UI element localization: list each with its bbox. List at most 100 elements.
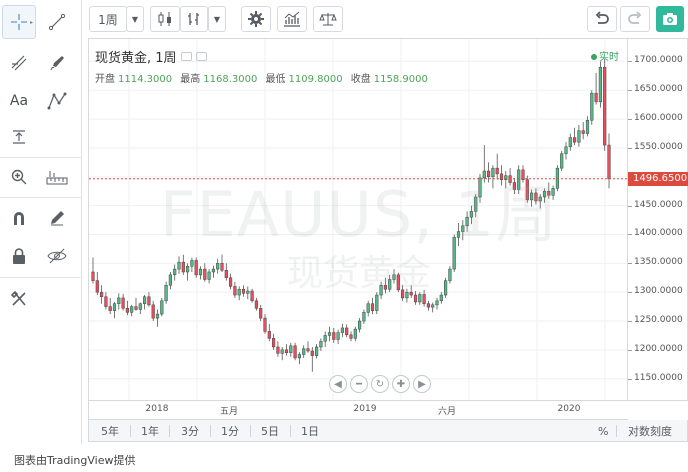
price-tick-mark [628,205,632,207]
close-value: 1158.9000 [373,74,428,85]
candle-up [405,291,409,299]
trend-line-tool[interactable] [40,5,74,39]
arrow-right-icon: ▶ [418,378,426,390]
interval-dropdown[interactable]: ▼ [126,6,144,32]
candle-up [538,196,542,202]
range-divider [290,425,291,437]
chart-type-button[interactable] [150,6,180,32]
candle-up [358,320,362,330]
brush-tool[interactable] [40,46,74,80]
range-1d-button[interactable]: 1日 [301,423,319,439]
low-label: 最低 [265,74,286,85]
pattern-tool[interactable] [40,84,74,118]
scroll-right-button[interactable]: ▶ [413,375,431,393]
price-tick-label: 1350.0000 [634,257,683,268]
candle-down [203,268,207,280]
crosshair-menu-arrow[interactable]: ▸ [30,19,33,26]
toolbar-divider [0,197,82,198]
scale-button[interactable] [313,6,343,32]
interval-button[interactable]: 1周 [89,6,127,32]
price-tick-mark [628,349,632,351]
indicators-dropdown[interactable]: ▼ [208,6,226,32]
chart-pane[interactable]: FEAUUS, 1周 现货黄金 现货黄金, 1周 开盘 1114.3000 最高 1… [88,38,628,401]
candle-down [594,92,598,103]
candle-down [181,261,185,273]
percent-scale-button[interactable]: % [598,423,608,439]
ruler-tool[interactable] [40,160,74,194]
log-scale-button[interactable]: 对数刻度 [628,423,672,439]
settings-gear-icon [248,11,264,27]
candle-up [117,297,121,304]
candle-down [306,348,310,352]
candle-down [259,308,263,319]
candles-icon [158,12,171,26]
candle-up [336,332,340,340]
ohlc-values: 开盘 1114.3000 最高 1168.3000 最低 1109.8000 收盘 11… [95,70,433,85]
reset-button[interactable]: ↻ [371,375,389,393]
legend-close-icon[interactable] [195,52,207,61]
candle-up [177,261,181,270]
price-tick-mark [628,234,632,236]
candle-up [160,300,164,315]
price-tick-label: 1600.0000 [634,113,683,124]
text-tool[interactable]: Aa [2,84,36,118]
candle-down [108,306,112,311]
zoom-in-button[interactable]: ✚ [392,375,410,393]
candle-up [323,335,327,342]
fib-tool[interactable] [2,46,36,80]
measure-icon [13,130,25,144]
candle-up [542,190,547,198]
candle-down [409,291,413,296]
redo-button[interactable] [620,6,650,32]
plus-icon: ✚ [396,378,406,390]
range-5y-button[interactable]: 5年 [101,423,119,439]
chevron-down-icon: ▼ [213,14,221,24]
range-divider [250,425,251,437]
candle-up [198,268,203,276]
time-tick-label: 六月 [437,407,457,417]
legend-title-row: 现货黄金, 1周 [95,47,433,66]
candle-up [551,188,555,196]
candle-down [495,167,499,175]
compare-button[interactable] [277,6,307,32]
zoom-out-button[interactable]: ━ [350,375,368,393]
time-tick-label: 2020 [557,404,581,414]
candle-up [211,268,215,273]
price-axis[interactable]: 1700.0000 1650.0000 1600.0000 1550.0000 1450… [628,38,688,401]
remove-drawings-tool[interactable] [2,282,36,316]
range-5d-button[interactable]: 5日 [261,423,279,439]
zoom-icon [11,169,27,185]
stay-in-drawing-tool[interactable] [40,201,74,235]
zoom-tool[interactable] [2,160,36,194]
magnet-tool[interactable] [2,201,36,235]
arrow-left-icon: ◀ [334,378,342,390]
candle-up [478,177,482,198]
candle-down [250,290,254,302]
measure-tool[interactable] [2,120,36,154]
settings-button[interactable] [241,6,271,32]
range-divider [616,425,617,437]
candle-up [491,167,495,178]
camera-icon [663,13,677,25]
hide-drawings-tool[interactable] [40,239,74,273]
indicators-button[interactable] [180,6,208,32]
range-3m-button[interactable]: 3分 [181,423,199,439]
legend-settings-icon[interactable] [180,52,192,61]
undo-button[interactable] [587,6,617,32]
price-tick-mark [628,119,632,121]
range-1y-button[interactable]: 1年 [141,423,159,439]
candle-up [143,296,147,304]
lock-tool[interactable] [2,239,36,273]
price-tick-label: 1700.0000 [634,55,683,66]
candle-up [530,192,534,201]
scroll-left-button[interactable]: ◀ [329,375,347,393]
candle-down [332,332,336,340]
candle-down [151,304,155,319]
candle-up [469,211,473,218]
screenshot-button[interactable] [656,6,684,32]
time-axis[interactable]: 2018 五月 2019 六月 2020 [88,401,628,420]
candle-down [512,182,516,190]
realtime-label: 实时 [599,52,619,63]
candle-down [383,284,387,290]
range-1m-button[interactable]: 1分 [221,423,239,439]
